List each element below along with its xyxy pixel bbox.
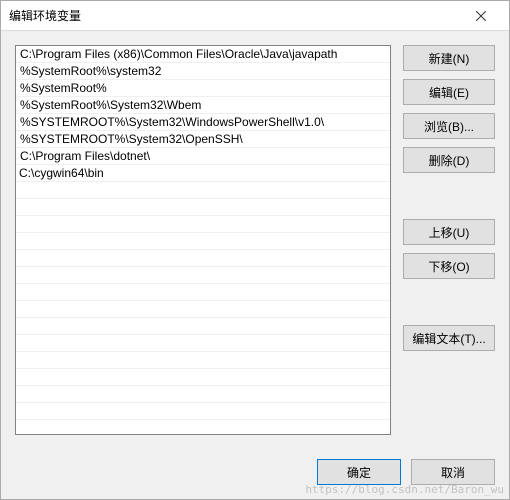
dialog-window: 编辑环境变量 C:\Program Files (x86)\Common Fil… [0, 0, 510, 500]
dialog-content: C:\Program Files (x86)\Common Files\Orac… [1, 31, 509, 449]
list-empty-row [16, 369, 390, 386]
list-empty-row [16, 182, 390, 199]
list-item[interactable]: %SYSTEMROOT%\System32\OpenSSH\ [16, 131, 390, 148]
list-item[interactable]: %SystemRoot%\system32 [16, 63, 390, 80]
list-item[interactable]: %SYSTEMROOT%\System32\WindowsPowerShell\… [16, 114, 390, 131]
list-empty-row [16, 386, 390, 403]
list-empty-row [16, 216, 390, 233]
close-button[interactable] [461, 2, 501, 30]
list-empty-row [16, 199, 390, 216]
list-item[interactable]: %SystemRoot% [16, 80, 390, 97]
ok-button[interactable]: 确定 [317, 459, 401, 485]
cancel-button[interactable]: 取消 [411, 459, 495, 485]
window-title: 编辑环境变量 [9, 7, 461, 24]
move-down-button[interactable]: 下移(O) [403, 253, 495, 279]
path-edit-input[interactable] [16, 165, 390, 182]
button-gap [403, 181, 495, 211]
move-up-button[interactable]: 上移(U) [403, 219, 495, 245]
delete-button[interactable]: 删除(D) [403, 147, 495, 173]
list-empty-row [16, 284, 390, 301]
list-empty-row [16, 318, 390, 335]
list-empty-row [16, 335, 390, 352]
list-item[interactable]: C:\Program Files (x86)\Common Files\Orac… [16, 46, 390, 63]
dialog-footer: 确定 取消 [1, 449, 509, 499]
edit-text-button[interactable]: 编辑文本(T)... [403, 325, 495, 351]
new-button[interactable]: 新建(N) [403, 45, 495, 71]
list-empty-row [16, 403, 390, 420]
list-empty-row [16, 301, 390, 318]
edit-button[interactable]: 编辑(E) [403, 79, 495, 105]
button-gap [403, 287, 495, 317]
list-empty-row [16, 250, 390, 267]
browse-button[interactable]: 浏览(B)... [403, 113, 495, 139]
list-item[interactable]: %SystemRoot%\System32\Wbem [16, 97, 390, 114]
list-empty-row [16, 233, 390, 250]
titlebar: 编辑环境变量 [1, 1, 509, 31]
list-item-selected[interactable] [16, 165, 390, 182]
path-listbox[interactable]: C:\Program Files (x86)\Common Files\Orac… [15, 45, 391, 435]
list-empty-row [16, 352, 390, 369]
button-panel: 新建(N) 编辑(E) 浏览(B)... 删除(D) 上移(U) 下移(O) 编… [403, 45, 495, 435]
list-filler [16, 420, 390, 434]
close-icon [476, 11, 486, 21]
list-empty-row [16, 267, 390, 284]
list-item[interactable]: C:\Program Files\dotnet\ [16, 148, 390, 165]
